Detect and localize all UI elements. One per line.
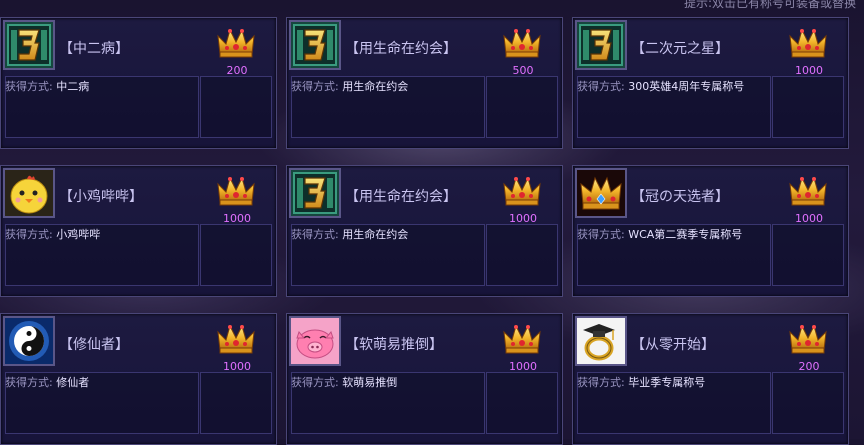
slot-b <box>200 76 272 138</box>
obtain-value: 300英雄4周年专属称号 <box>628 80 745 93</box>
card-title: 【从零开始】 <box>631 337 715 353</box>
digit-3-icon <box>3 20 55 70</box>
title-card[interactable]: 【小鸡哔哔】 1000 获得方式: 小鸡哔哔 <box>0 165 277 297</box>
hint-text: 提示:双击已有称号可装备或替换 <box>683 0 856 10</box>
title-card[interactable]: 【二次元之星】 1000 获得方式: 300英雄4周年专属称号 <box>572 17 849 149</box>
slot-b <box>200 372 272 434</box>
title-card[interactable]: 【软萌易推倒】 1000 获得方式: 软萌易推倒 <box>286 313 563 445</box>
obtain-label: 获得方式: <box>5 80 53 93</box>
title-card[interactable]: 【中二病】 200 获得方式: 中二病 <box>0 17 277 149</box>
yin-yang-icon <box>3 316 55 366</box>
crown-icon <box>503 176 541 206</box>
chick-icon <box>3 168 55 218</box>
obtain-line: 获得方式: 小鸡哔哔 <box>5 226 100 242</box>
obtain-label: 获得方式: <box>5 376 53 389</box>
obtain-line: 获得方式: 软萌易推倒 <box>291 374 397 390</box>
crown-icon <box>575 168 627 218</box>
obtain-label: 获得方式: <box>291 80 339 93</box>
pink-pig-icon <box>289 316 341 366</box>
obtain-label: 获得方式: <box>577 228 625 241</box>
card-title: 【用生命在约会】 <box>345 41 457 57</box>
obtain-line: 获得方式: 300英雄4周年专属称号 <box>577 78 744 94</box>
obtain-label: 获得方式: <box>577 80 625 93</box>
obtain-value: WCA第二赛季专属称号 <box>628 228 743 241</box>
crown-icon <box>217 324 255 354</box>
obtain-label: 获得方式: <box>291 228 339 241</box>
card-title: 【二次元之星】 <box>631 41 729 57</box>
title-card[interactable]: 【用生命在约会】 500 获得方式: 用生命在约会 <box>286 17 563 149</box>
crown-icon <box>217 176 255 206</box>
obtain-line: 获得方式: 用生命在约会 <box>291 78 408 94</box>
title-card[interactable]: 【修仙者】 1000 获得方式: 修仙者 <box>0 313 277 445</box>
digit-3-icon <box>289 168 341 218</box>
obtain-value: 用生命在约会 <box>342 80 409 93</box>
obtain-value: 小鸡哔哔 <box>56 228 101 241</box>
obtain-label: 获得方式: <box>291 376 339 389</box>
obtain-value: 中二病 <box>56 80 90 93</box>
obtain-value: 毕业季专属称号 <box>628 376 706 389</box>
slot-b <box>772 76 844 138</box>
obtain-value: 修仙者 <box>56 376 90 389</box>
slot-b <box>486 224 558 286</box>
slot-b <box>772 372 844 434</box>
obtain-line: 获得方式: 用生命在约会 <box>291 226 408 242</box>
digit-3-icon <box>289 20 341 70</box>
crown-icon <box>789 324 827 354</box>
title-card[interactable]: 【从零开始】 200 获得方式: 毕业季专属称号 <box>572 313 849 445</box>
card-title: 【小鸡哔哔】 <box>59 189 143 205</box>
slot-b <box>486 76 558 138</box>
obtain-line: 获得方式: 中二病 <box>5 78 89 94</box>
obtain-value: 软萌易推倒 <box>342 376 398 389</box>
obtain-label: 获得方式: <box>5 228 53 241</box>
slot-b <box>772 224 844 286</box>
crown-icon <box>503 28 541 58</box>
title-card[interactable]: 【冠の天选者】 1000 获得方式: WCA第二赛季专属称号 <box>572 165 849 297</box>
slot-b <box>486 372 558 434</box>
digit-3-icon <box>575 20 627 70</box>
card-title: 【用生命在约会】 <box>345 189 457 205</box>
ring-cap-icon <box>575 316 627 366</box>
obtain-line: 获得方式: 修仙者 <box>5 374 89 390</box>
obtain-line: 获得方式: 毕业季专属称号 <box>577 374 705 390</box>
crown-icon <box>217 28 255 58</box>
card-title: 【软萌易推倒】 <box>345 337 443 353</box>
obtain-line: 获得方式: WCA第二赛季专属称号 <box>577 226 742 242</box>
card-title: 【中二病】 <box>59 41 129 57</box>
crown-icon <box>789 176 827 206</box>
slot-b <box>200 224 272 286</box>
crown-icon <box>789 28 827 58</box>
card-title: 【冠の天选者】 <box>631 189 729 205</box>
card-title: 【修仙者】 <box>59 337 129 353</box>
obtain-label: 获得方式: <box>577 376 625 389</box>
crown-icon <box>503 324 541 354</box>
obtain-value: 用生命在约会 <box>342 228 409 241</box>
title-card[interactable]: 【用生命在约会】 1000 获得方式: 用生命在约会 <box>286 165 563 297</box>
